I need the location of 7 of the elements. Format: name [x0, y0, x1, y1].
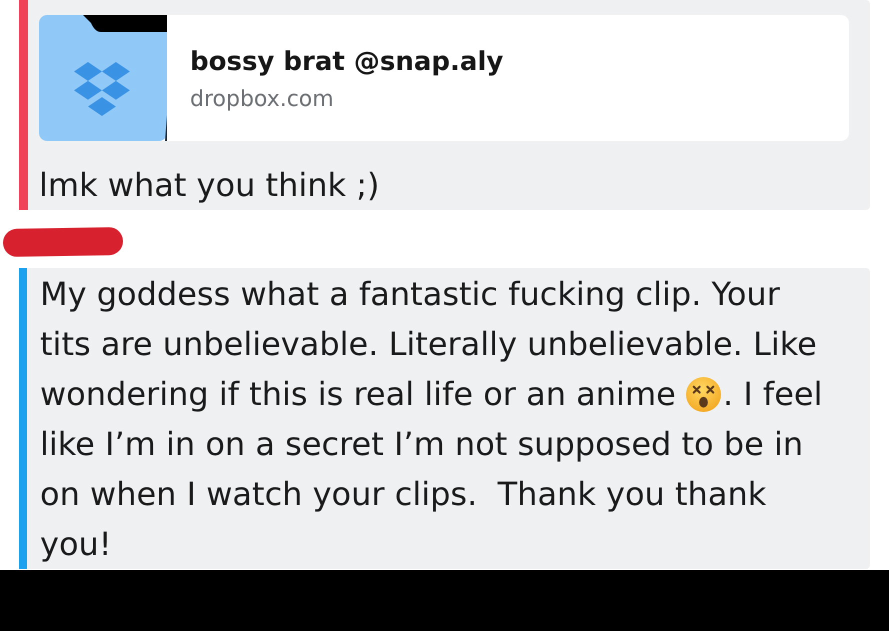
diamond-logo-icon	[74, 62, 130, 116]
link-domain: dropbox.com	[190, 87, 335, 113]
message-text: My goddess what a fantastic fucking clip. Your tits are unbelievable. Literally unbelievable. Like wondering if this is real life or an anime . I feel like I’m in on a secret I’m not supposed to be in on when I watch your clips. Thank you thank you!	[40, 274, 824, 565]
link-title: bossy brat @snap.aly	[190, 46, 504, 78]
message-text: lmk what you think ;)	[39, 165, 380, 206]
dizzy-face-icon	[686, 377, 721, 412]
link-preview-card[interactable]: bossy brat @snap.aly dropbox.com	[39, 15, 849, 141]
